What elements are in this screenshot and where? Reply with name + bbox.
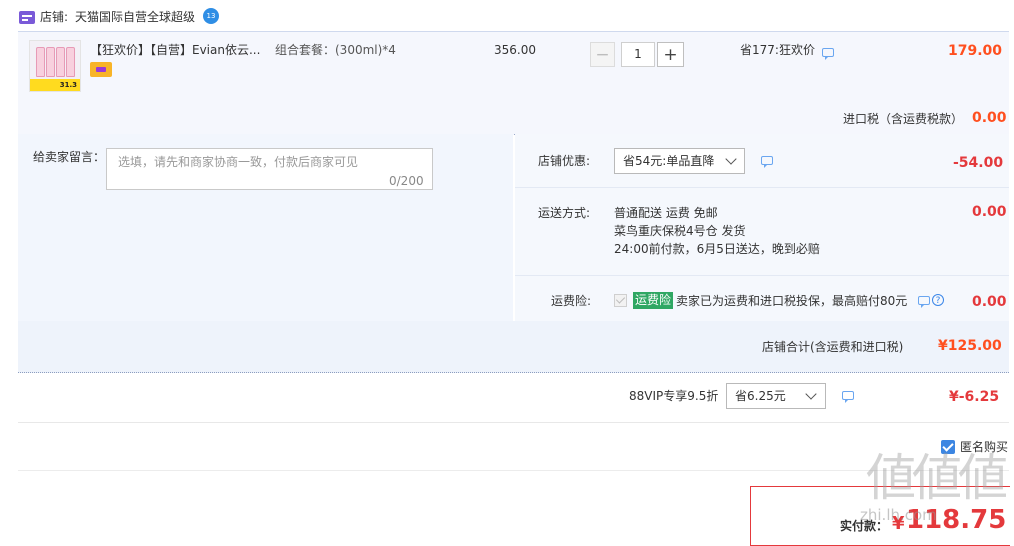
shipping-eta: 24:00前付款，6月5日送达，晚到必赔 xyxy=(614,242,820,256)
chevron-down-icon xyxy=(725,153,737,165)
import-tax-value: 0.00 xyxy=(972,110,1007,126)
quantity-input[interactable]: 1 xyxy=(621,42,655,67)
seller-message-textarea[interactable]: 选填，请先和商家协商一致，付款后商家可见 0/200 xyxy=(106,148,433,190)
insurance-tag: 运费险 xyxy=(633,292,674,309)
coupon-info-icon[interactable] xyxy=(761,156,773,168)
insurance-label: 运费险: xyxy=(551,294,592,308)
divider xyxy=(515,275,1009,276)
store-total-label: 店铺合计(含运费和进口税) xyxy=(762,340,904,354)
vip-info-icon[interactable] xyxy=(842,391,854,403)
shop-icon xyxy=(19,11,35,24)
store-total-value: ¥125.00 xyxy=(938,338,1002,354)
insurance-checkbox xyxy=(614,294,627,307)
item-discount: 省177:狂欢价 xyxy=(740,43,815,57)
message-char-counter: 0/200 xyxy=(389,174,424,188)
store-coupon-label: 店铺优惠: xyxy=(538,154,591,168)
divider xyxy=(515,187,1009,188)
shipping-label: 运送方式: xyxy=(538,206,591,220)
watermark-logo: 値値値 xyxy=(866,449,1008,507)
insurance-description: 卖家已为运费和进口税投保，最高赔付80元 xyxy=(676,294,908,308)
store-coupon-selected: 省54元:单品直降 xyxy=(623,154,715,168)
divider xyxy=(18,422,1009,423)
store-coupon-select[interactable]: 省54元:单品直降 xyxy=(614,148,745,174)
shipping-warehouse: 菜鸟重庆保税4号仓 发货 xyxy=(614,224,746,238)
quantity-increase-button[interactable]: + xyxy=(657,42,684,67)
vip-discount-select[interactable]: 省6.25元 xyxy=(726,383,826,409)
item-subtotal: 179.00 xyxy=(948,43,1003,59)
product-thumbnail[interactable]: 31.3 xyxy=(29,40,81,92)
chevron-down-icon xyxy=(805,388,817,400)
shop-level-badge-icon: 13 xyxy=(203,8,219,24)
watermark-url: zhi.lh.com xyxy=(860,506,937,524)
insurance-value: 0.00 xyxy=(972,294,1007,310)
discount-info-icon[interactable] xyxy=(822,48,834,60)
quantity-decrease-button[interactable]: − xyxy=(590,42,615,67)
card-payment-icon xyxy=(90,62,112,77)
message-label: 给卖家留言： xyxy=(33,150,106,164)
store-coupon-value: -54.00 xyxy=(953,155,1004,171)
shipping-value: 0.00 xyxy=(972,204,1007,220)
product-combo: 组合套餐：(300ml)*4 xyxy=(275,43,396,57)
import-tax-label: 进口税（含运费税款） xyxy=(843,112,964,126)
shipping-method: 普通配送 运费 免邮 xyxy=(614,206,718,220)
thumbnail-price: 31.3 xyxy=(59,81,77,89)
help-icon[interactable]: ? xyxy=(932,294,944,306)
insurance-chat-icon[interactable] xyxy=(918,296,930,308)
vip-label: 88VIP专享9.5折 xyxy=(629,389,719,403)
divider xyxy=(18,470,1009,471)
vip-discount-selected: 省6.25元 xyxy=(735,389,786,403)
product-title[interactable]: 【狂欢价】【自营】Evian依云... xyxy=(90,42,260,58)
shop-name[interactable]: 天猫国际自营全球超级 xyxy=(75,9,195,25)
message-placeholder: 选填，请先和商家协商一致，付款后商家可见 xyxy=(118,155,359,169)
vip-discount-value: ¥-6.25 xyxy=(949,389,1000,405)
shop-label: 店铺: xyxy=(40,10,69,24)
unit-price: 356.00 xyxy=(494,43,536,57)
